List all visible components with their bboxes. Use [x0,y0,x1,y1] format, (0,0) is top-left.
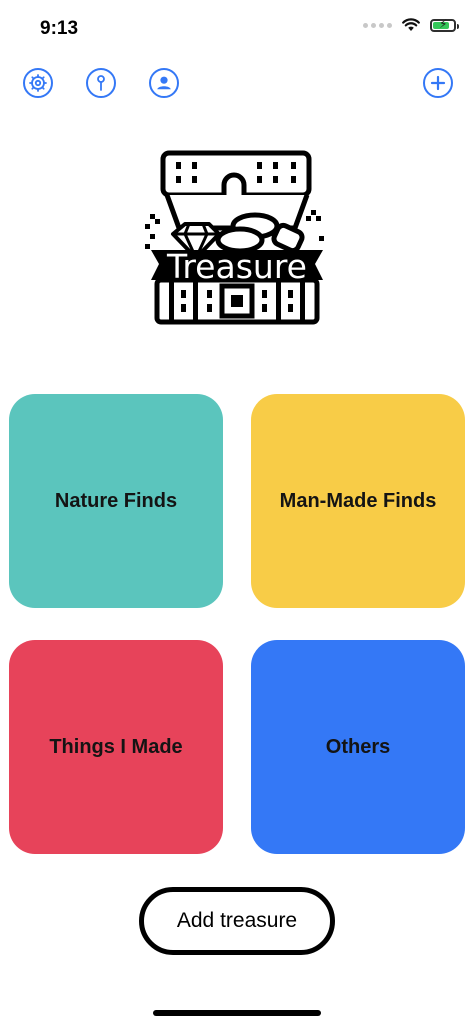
status-time: 9:13 [40,18,79,39]
wifi-icon [402,18,420,31]
category-tile-nature-finds[interactable]: Nature Finds [9,394,223,608]
settings-button[interactable] [23,68,53,98]
settings-icon [29,74,47,92]
profile-button[interactable] [149,68,179,98]
category-tile-others[interactable]: Others [251,640,465,854]
category-label: Others [325,735,391,758]
home-indicator[interactable] [153,1010,321,1016]
category-label: Things I Made [49,735,183,758]
treasure-logo: Treasure [145,150,329,326]
status-bar: 9:13 ⚡ [0,0,474,60]
category-label: Nature Finds [54,489,178,512]
cellular-signal-icon [363,22,392,28]
battery-icon: ⚡ [430,16,459,32]
category-tile-things-i-made[interactable]: Things I Made [9,640,223,854]
add-button[interactable] [423,68,453,98]
treasure-chest-icon [145,150,324,325]
pin-icon [97,75,105,91]
charging-icon: ⚡ [439,16,448,31]
status-indicators: ⚡ [363,16,459,32]
profile-icon [157,76,171,90]
pin-button[interactable] [86,68,116,98]
category-label: Man-Made Finds [279,489,437,512]
add-treasure-button[interactable]: Add treasure [139,887,335,955]
add-icon [430,75,446,91]
category-tile-man-made-finds[interactable]: Man-Made Finds [251,394,465,608]
logo-text: Treasure [167,247,307,286]
